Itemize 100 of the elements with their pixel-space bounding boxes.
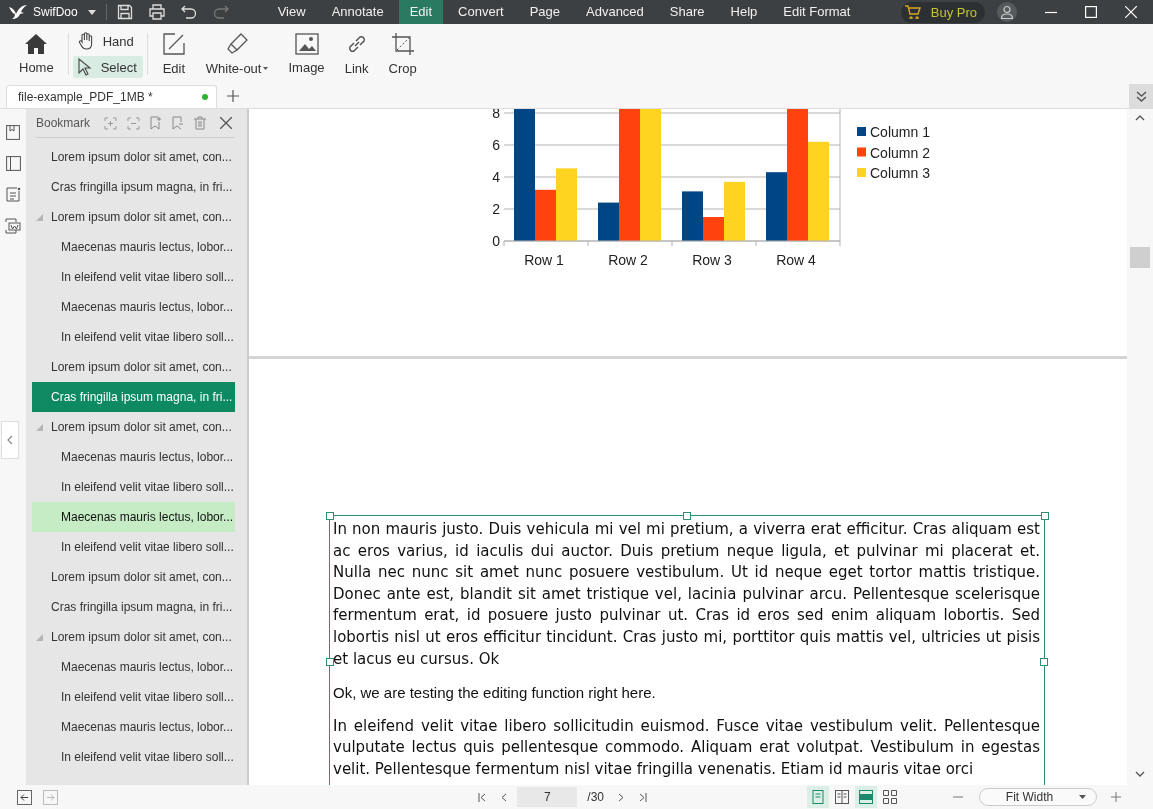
scroll-up-icon[interactable] [1135,115,1145,121]
paragraph: Ok, we are testing the editing function right here. [333,683,657,704]
home-icon [24,33,49,55]
resize-handle[interactable] [326,512,334,520]
cart-icon [904,5,921,19]
bookmark-item[interactable]: Maecenas mauris lectus, lobor... [32,652,235,682]
bookmark-item[interactable]: Cras fringilla ipsum magna, in fri... [32,172,235,202]
bookmark-item[interactable]: Lorem ipsum dolor sit amet, con... [32,202,235,232]
next-page-icon[interactable] [618,792,624,802]
bird-logo-icon [8,4,28,20]
new-tab-icon[interactable] [227,90,239,102]
bookmark-item[interactable]: Lorem ipsum dolor sit amet, con... [32,412,235,442]
bookmark-item[interactable]: Maecenas mauris lectus, lobor... [32,232,235,262]
bookmark-item[interactable]: In eleifend velit vitae libero soll... [32,532,235,562]
scroll-view-button[interactable] [855,786,877,808]
app-name: SwifDoo [33,5,78,19]
menu-tab[interactable]: Page [518,0,571,24]
category-label: Row 4 [776,252,816,267]
bookmark-item[interactable]: Lorem ipsum dolor sit amet, con... [32,142,235,172]
word-convert-icon[interactable] [5,218,21,234]
document-tab[interactable]: file-example_PDF_1MB * [6,85,217,108]
menu-tab[interactable]: Annotate [320,0,395,24]
panel-title: Bookmark [36,116,91,130]
marker-icon [225,32,250,56]
menu-tab[interactable]: Edit [398,0,444,24]
zoom-dropdown[interactable]: Fit Width [979,788,1097,806]
axis-tick-label: 8 [492,109,500,121]
link-tool-button[interactable]: Link [341,28,372,80]
category-label: Row 3 [692,252,732,267]
double-view-icon [834,789,850,805]
caret-icon [1079,795,1087,799]
resize-handle[interactable] [326,658,334,666]
caret-icon[interactable] [263,67,269,70]
account-avatar[interactable] [997,2,1017,22]
select-tool-button[interactable]: Select [72,56,143,78]
home-button[interactable]: Home [16,29,57,79]
axis-tick-label: 6 [492,137,500,153]
redo-icon[interactable] [212,4,229,20]
menu-tab[interactable]: Advanced [575,0,655,24]
menu-tab[interactable]: Help [719,0,769,24]
grid-view-icon [882,789,898,805]
page-count: /30 [587,790,604,804]
menu-tab[interactable]: Convert [447,0,515,24]
image-tool-button[interactable]: Image [285,29,328,79]
image-icon [294,33,319,55]
bookmark-item[interactable]: In eleifend velit vitae libero soll... [32,472,235,502]
bookmark-item[interactable]: Maecenas mauris lectus, lobor... [32,502,235,532]
bookmark-item[interactable]: In eleifend velit vitae libero soll... [32,742,235,772]
edit-tool-button[interactable]: Edit [158,28,189,80]
resize-handle[interactable] [683,512,691,520]
bookmark-item[interactable]: In eleifend velit vitae libero soll... [32,322,235,352]
whiteout-tool-button[interactable]: White-out [202,28,272,80]
close-icon[interactable] [220,117,233,129]
first-page-icon[interactable] [478,792,488,802]
bookmark-item[interactable]: Maecenas mauris lectus, lobor... [32,442,235,472]
legend-label: Column 2 [870,144,930,161]
menu-tab[interactable]: View [266,0,317,24]
buy-pro-button[interactable]: Buy Pro [900,1,985,23]
crop-tool-button[interactable]: Crop [385,28,420,80]
save-icon[interactable] [116,4,133,20]
scroll-down-icon[interactable] [1135,771,1145,777]
bookmark-item[interactable]: In eleifend velit vitae libero soll... [32,262,235,292]
back-icon[interactable] [17,789,32,805]
bookmark-item[interactable]: Lorem ipsum dolor sit amet, con... [32,622,235,652]
previous-page-icon[interactable] [501,792,508,802]
hand-tool-button[interactable]: Hand [72,30,143,52]
expand-all-icon[interactable] [104,116,118,130]
bookmark-item[interactable]: Cras fringilla ipsum magna, in fri... [32,592,235,622]
page-number-field[interactable]: 7 [517,787,578,807]
collapse-toolbar-button[interactable] [1129,84,1153,108]
axis-tick-label: 2 [492,201,500,217]
legend-label: Column 3 [870,165,930,181]
thumbnail-panel-icon[interactable] [5,156,21,171]
bookmark-item[interactable]: Lorem ipsum dolor sit amet, con... [32,562,235,592]
scroll-thumb[interactable] [1130,247,1150,268]
annotation-panel-icon[interactable] [5,187,21,202]
edit-icon [161,32,186,56]
bookmark-item[interactable]: Lorem ipsum dolor sit amet, con... [32,352,235,382]
bookmark-item[interactable]: Maecenas mauris lectus, lobor... [32,712,235,742]
print-icon[interactable] [148,4,165,20]
resize-handle[interactable] [1041,512,1049,520]
single-view-button[interactable] [807,786,829,808]
paragraph: In non mauris justo. Duis vehicula mi vel mi pretium, a viverra erat efficitur. Cras aliquam est ac eros varius, id iaculis dui auctor. Duis pretium neque ligula, et pulvinar mi placerat et. Nulla nec nunc sit amet nunc posuere vestibulum. Ut id neque eget tortor mattis tristique. Donec ante est, blandit sit amet tristique vel, lacinia pulvinar arcu. Pellentesque scelerisque fermentum erat, id posuere justo pulvinar ut. Cras id eros sed enim aliquam lobortis. Sed lobortis nisl ut eros efficitur tincidunt. Cras justo mi, porttitor quis mattis vel, ultricies ut pisis et lacus eu cursus. Ok [333,519,1040,670]
axis-tick-label: 0 [492,233,500,249]
zoom-in-icon[interactable] [1111,792,1121,802]
collapse-all-icon[interactable] [127,116,141,130]
resize-handle[interactable] [1040,658,1048,666]
legend-label: Column 1 [870,124,930,140]
scroll-view-icon [858,789,874,805]
bookmark-item[interactable]: In eleifend velit vitae libero soll... [32,682,235,712]
caret-icon[interactable] [87,9,96,15]
menu-tab[interactable]: Edit Format [772,0,862,24]
last-page-icon[interactable] [638,792,647,802]
bookmark-item[interactable]: Cras fringilla ipsum magna, in fri... [32,382,235,412]
undo-icon[interactable] [180,4,197,20]
bookmark-item[interactable]: Maecenas mauris lectus, lobor... [32,292,235,322]
menu-tab[interactable]: Share [658,0,716,24]
maximize-icon[interactable] [1085,6,1097,18]
bookmark-panel-icon[interactable] [6,125,20,140]
category-label: Row 1 [524,252,564,267]
